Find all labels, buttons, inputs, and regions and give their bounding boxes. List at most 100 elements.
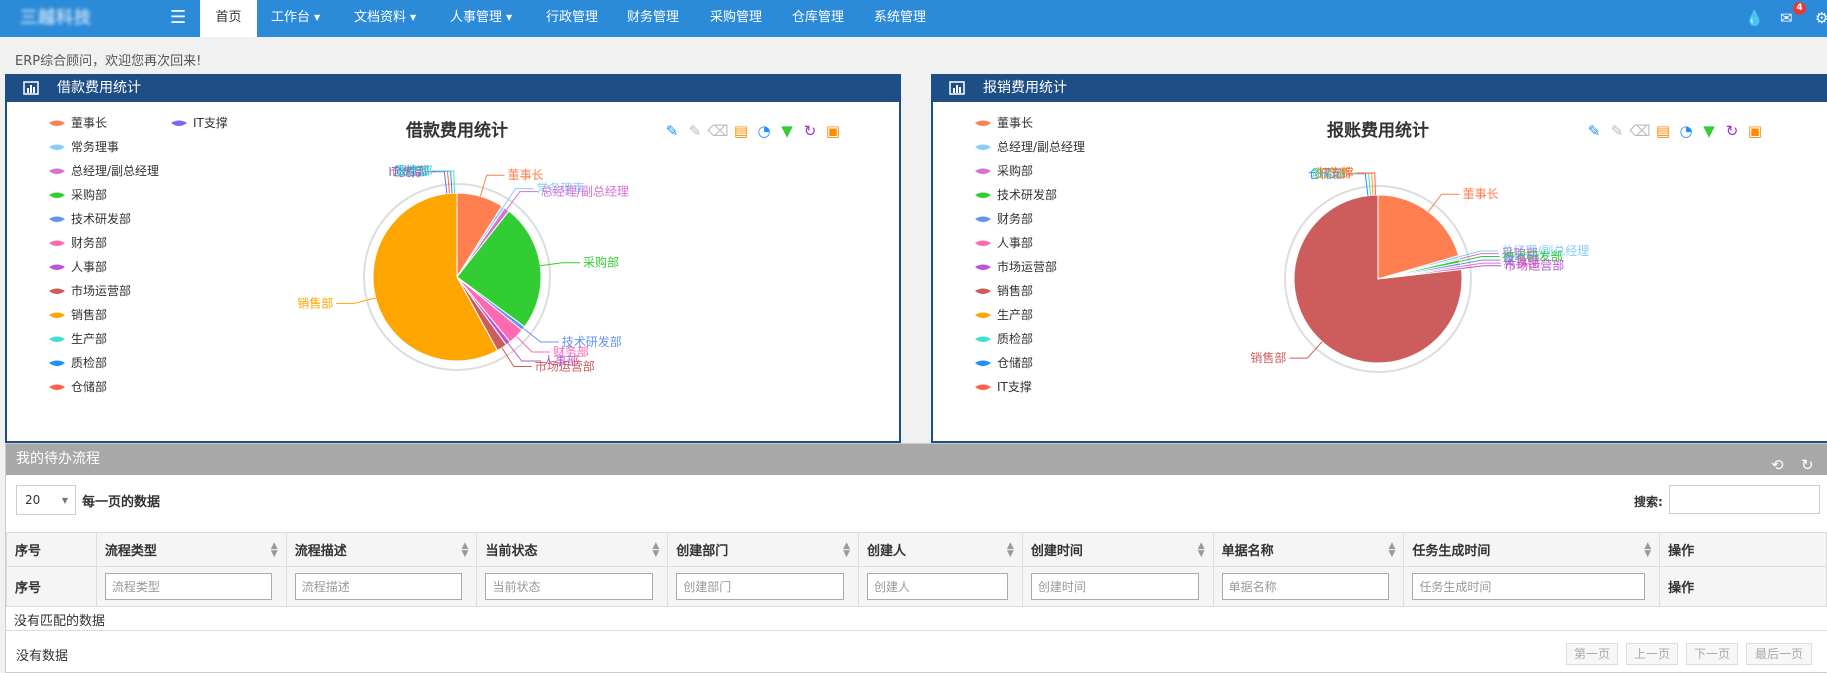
filter-input[interactable]: [676, 573, 845, 600]
filter-input[interactable]: [294, 573, 463, 600]
legend-swatch: [975, 144, 991, 150]
mark-icon[interactable]: ✎: [1588, 122, 1601, 140]
legend-item[interactable]: 仓储部: [975, 355, 1033, 370]
column-header[interactable]: 创建人 ▲ ▼: [858, 532, 1023, 567]
column-header[interactable]: 创建部门 ▲ ▼: [667, 532, 860, 567]
reload-icon[interactable]: ⟲: [1771, 450, 1784, 480]
nav-item-admin[interactable]: 行政管理: [546, 0, 598, 37]
panel-title: 借款费用统计: [57, 80, 141, 96]
legend-item[interactable]: 采购部: [49, 187, 107, 202]
legend-item[interactable]: IT支撑: [171, 115, 228, 130]
last-page-button[interactable]: 最后一页: [1746, 643, 1812, 665]
legend-label: 常务理事: [71, 139, 119, 154]
legend-item[interactable]: 市场运营部: [975, 259, 1057, 274]
nav-item-home[interactable]: 首页: [200, 0, 257, 37]
mark-clear-icon[interactable]: ⌫: [707, 122, 728, 140]
column-header[interactable]: 创建时间 ▲ ▼: [1021, 532, 1214, 567]
funnel-switch-icon[interactable]: ▼: [781, 122, 793, 140]
search-input[interactable]: [1669, 485, 1820, 514]
column-header[interactable]: 流程描述 ▲ ▼: [285, 532, 478, 567]
pie-switch-icon[interactable]: ◔: [1679, 122, 1692, 140]
chart-title: 借款费用统计: [405, 120, 508, 141]
restore-icon[interactable]: ↻: [1726, 122, 1739, 140]
prev-page-button[interactable]: 上一页: [1626, 643, 1678, 665]
nav-item-system[interactable]: 系统管理: [874, 0, 926, 37]
legend-item[interactable]: 董事长: [49, 116, 107, 130]
empty-match-text: 没有匹配的数据: [14, 614, 106, 629]
data-view-icon[interactable]: ▤: [734, 122, 748, 140]
legend-item[interactable]: 人事部: [975, 235, 1033, 250]
filter-label: 操作: [1659, 566, 1827, 607]
mark-icon[interactable]: ✎: [666, 122, 679, 140]
save-image-icon[interactable]: ▣: [1748, 122, 1762, 140]
panel-header: 借款费用统计: [7, 76, 899, 102]
mark-undo-icon[interactable]: ✎: [1611, 122, 1624, 140]
legend-label: 人事部: [71, 259, 107, 274]
legend-item[interactable]: 常务理事: [49, 139, 119, 154]
legend-item[interactable]: 董事长: [975, 116, 1033, 130]
legend-item[interactable]: 销售部: [49, 307, 107, 322]
save-image-icon[interactable]: ▣: [826, 122, 840, 140]
nav-item-warehouse[interactable]: 仓库管理: [792, 0, 844, 37]
filter-input[interactable]: [485, 573, 654, 600]
slice-label: 总经理/副总经理: [541, 185, 629, 199]
water-drop-icon[interactable]: 💧: [1745, 8, 1764, 28]
legend-item[interactable]: 人事部: [49, 259, 107, 274]
legend-item[interactable]: 技术研发部: [49, 211, 131, 226]
legend-item[interactable]: 总经理/副总经理: [49, 164, 159, 178]
legend-swatch: [49, 384, 65, 390]
nav-item-documents[interactable]: 文档资料 ▼: [354, 0, 416, 37]
filter-input[interactable]: [867, 573, 1008, 600]
data-view-icon[interactable]: ▤: [1656, 122, 1670, 140]
nav-item-hr[interactable]: 人事管理 ▼: [450, 0, 512, 37]
legend-item[interactable]: 质检部: [49, 355, 107, 370]
mark-clear-icon[interactable]: ⌫: [1629, 122, 1650, 140]
column-header[interactable]: 当前状态 ▲ ▼: [476, 532, 669, 567]
legend-label: IT支撑: [997, 379, 1032, 394]
legend-item[interactable]: 市场运营部: [49, 283, 131, 298]
legend-item[interactable]: 采购部: [975, 163, 1033, 178]
filter-input[interactable]: [104, 573, 272, 600]
legend-item[interactable]: 总经理/副总经理: [975, 140, 1085, 154]
restore-icon[interactable]: ↻: [804, 122, 817, 140]
column-header[interactable]: 单据名称 ▲ ▼: [1212, 532, 1405, 567]
mark-undo-icon[interactable]: ✎: [689, 122, 702, 140]
page-size-select[interactable]: 20 ▼: [16, 485, 76, 515]
legend-item[interactable]: 财务部: [975, 211, 1033, 226]
column-header[interactable]: 序号: [6, 532, 97, 567]
legend-item[interactable]: IT支撑: [975, 379, 1032, 394]
legend-item[interactable]: 生产部: [975, 307, 1033, 322]
todo-process-panel: 我的待办流程 ⟲ ↻ 20 ▼ 每一页的数据 搜索: 序号 流程类型 ▲ ▼ 流程描述…: [5, 443, 1827, 673]
sort-icon: ▲ ▼: [1644, 541, 1652, 559]
nav-item-finance[interactable]: 财务管理: [627, 0, 679, 37]
column-header[interactable]: 流程类型 ▲ ▼: [95, 532, 287, 567]
filter-input[interactable]: [1221, 573, 1390, 600]
nav-item-workbench[interactable]: 工作台 ▼: [271, 0, 320, 37]
menu-icon[interactable]: ☰: [170, 6, 186, 30]
column-header[interactable]: 任务生成时间 ▲ ▼: [1403, 532, 1661, 567]
refresh-icon[interactable]: ↻: [1801, 450, 1814, 480]
envelope-icon[interactable]: ✉: [1780, 8, 1793, 28]
legend-item[interactable]: 技术研发部: [975, 187, 1057, 202]
filter-input[interactable]: [1412, 573, 1646, 600]
loan-pie-chart: 董事长 IT支撑常务理事总经理/副总经理采购部技术研发部财务部人事部市场运营部销售…: [49, 115, 840, 394]
legend-item[interactable]: 质检部: [975, 331, 1033, 346]
panel-title: 报销费用统计: [983, 80, 1067, 96]
table-header-row: 序号 流程类型 ▲ ▼ 流程描述 ▲ ▼ 当前状态 ▲ ▼ 创建部门 ▲ ▼ 创建人 ▲ ▼ 创建时…: [6, 532, 1827, 567]
todo-table: 序号 流程类型 ▲ ▼ 流程描述 ▲ ▼ 当前状态 ▲ ▼ 创建部门 ▲ ▼ 创建人 ▲ ▼ 创建时…: [6, 532, 1827, 607]
gear-icon[interactable]: ⚙: [1815, 8, 1827, 28]
legend-item[interactable]: 销售部: [975, 283, 1033, 298]
notification-badge: 4: [1793, 2, 1806, 15]
filter-input[interactable]: [1030, 573, 1199, 600]
legend-label: 人事部: [997, 235, 1033, 250]
first-page-button[interactable]: 第一页: [1566, 643, 1618, 665]
next-page-button[interactable]: 下一页: [1686, 643, 1738, 665]
legend-label: 董事长: [997, 116, 1033, 130]
legend-item[interactable]: 仓储部: [49, 379, 107, 394]
nav-item-purchase[interactable]: 采购管理: [710, 0, 762, 37]
pie-switch-icon[interactable]: ◔: [757, 122, 770, 140]
sort-icon: ▲ ▼: [461, 541, 469, 559]
funnel-switch-icon[interactable]: ▼: [1703, 122, 1715, 140]
legend-item[interactable]: 财务部: [49, 235, 107, 250]
legend-item[interactable]: 生产部: [49, 331, 107, 346]
